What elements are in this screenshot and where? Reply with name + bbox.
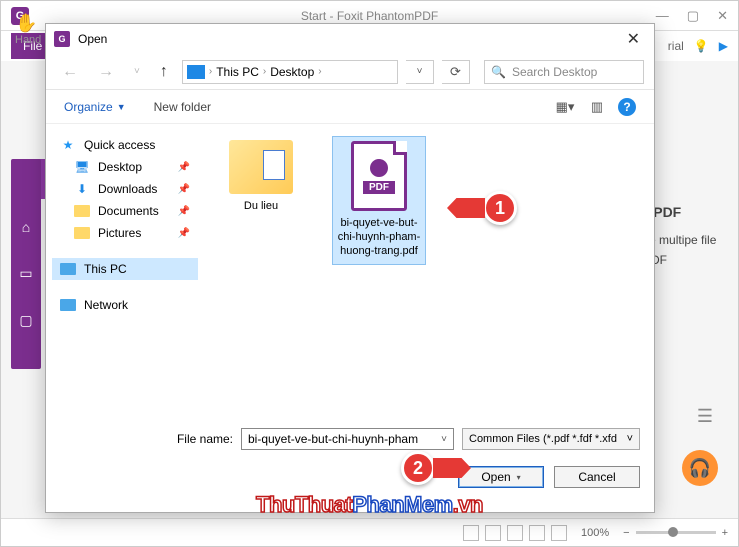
star-icon: ★: [60, 138, 76, 152]
arrow-left-icon: [447, 198, 485, 218]
zoom-out-icon[interactable]: −: [623, 527, 629, 539]
callout-number: 1: [483, 191, 517, 225]
layout-icon-3[interactable]: [507, 525, 523, 541]
layout-icon-1[interactable]: [463, 525, 479, 541]
chevron-down-icon: ▾: [517, 473, 521, 482]
sidebar-documents[interactable]: Documents 📌: [52, 200, 198, 222]
sidebar-quick-access[interactable]: ★ Quick access: [52, 134, 198, 156]
callout-1: 1: [447, 191, 517, 225]
pc-icon: [187, 65, 205, 79]
callout-2: 2: [401, 451, 471, 485]
monitor-icon: [60, 262, 76, 276]
breadcrumb-pc[interactable]: This PC: [216, 65, 259, 79]
app-title: Start - Foxit PhantomPDF: [301, 9, 438, 23]
sidebar-pictures[interactable]: Pictures 📌: [52, 222, 198, 244]
chevron-down-icon[interactable]: ˅: [441, 434, 447, 445]
view-icon[interactable]: ▦▾: [554, 98, 576, 116]
new-folder-button[interactable]: New folder: [154, 100, 211, 114]
sidebar-desktop[interactable]: 🖥 Desktop 📌: [52, 156, 198, 178]
download-icon: ⬇: [74, 182, 90, 196]
cancel-button[interactable]: Cancel: [554, 466, 640, 488]
breadcrumb[interactable]: › This PC › Desktop ›: [182, 60, 398, 84]
desktop-icon: 🖥: [74, 160, 90, 174]
sidebar: ★ Quick access 🖥 Desktop 📌 ⬇ Downloads 📌…: [46, 124, 204, 412]
chevron-right-icon[interactable]: ▶: [719, 39, 728, 53]
file-item-folder[interactable]: Du lieu: [214, 136, 308, 220]
breadcrumb-desktop[interactable]: Desktop: [270, 65, 314, 79]
trial-text: rial: [668, 39, 684, 53]
file-type-filter[interactable]: Common Files (*.pdf *.fdf *.xfd ˅: [462, 428, 640, 450]
zoom-in-icon[interactable]: +: [722, 527, 728, 539]
pin-icon: 📌: [178, 228, 190, 239]
nav-up-icon[interactable]: ↑: [154, 61, 174, 83]
sidebar-network[interactable]: Network: [52, 294, 198, 316]
file-label: Du lieu: [216, 200, 306, 214]
callout-number: 2: [401, 451, 435, 485]
file-area[interactable]: Du lieu PDF bi-quyet-ve-but-chi-huynh-ph…: [204, 124, 654, 412]
pdf-icon: PDF: [351, 141, 407, 211]
layout-icon-2[interactable]: [485, 525, 501, 541]
search-input[interactable]: 🔍 Search Desktop: [484, 60, 644, 84]
pin-icon: 📌: [178, 206, 190, 217]
bulb-icon[interactable]: 💡: [694, 39, 709, 53]
folder-icon: [229, 140, 293, 194]
pin-icon: 📌: [178, 162, 190, 173]
breadcrumb-dropdown[interactable]: ˅: [406, 60, 434, 84]
zoom-slider[interactable]: [636, 531, 716, 534]
chevron-down-icon: ˅: [627, 433, 633, 445]
file-name-input[interactable]: bi-quyet-ve-but-chi-huynh-pham ˅: [241, 428, 454, 450]
layout-icon-5[interactable]: [551, 525, 567, 541]
file-label: bi-quyet-ve-but-chi-huynh-pham-huong-tra…: [335, 217, 423, 258]
file-name-label: File name:: [177, 432, 233, 446]
file-item-pdf[interactable]: PDF bi-quyet-ve-but-chi-huynh-pham-huong…: [332, 136, 426, 265]
documents-icon: [74, 204, 90, 218]
chevron-right-icon: ›: [318, 66, 321, 77]
list-icon[interactable]: ☰: [697, 406, 713, 427]
sidebar-downloads[interactable]: ⬇ Downloads 📌: [52, 178, 198, 200]
preview-icon[interactable]: ▥: [586, 98, 608, 116]
help-icon[interactable]: ?: [618, 98, 636, 116]
hand-icon[interactable]: ✋: [15, 13, 41, 34]
search-icon: 🔍: [491, 65, 506, 79]
refresh-icon[interactable]: ⟳: [442, 60, 470, 84]
chevron-down-icon: ▼: [117, 102, 126, 112]
dialog-title: Open: [78, 32, 107, 46]
layout-icon-4[interactable]: [529, 525, 545, 541]
sidebar-this-pc[interactable]: This PC: [52, 258, 198, 280]
chevron-right-icon: ›: [209, 66, 212, 77]
close-icon[interactable]: ✕: [621, 29, 646, 49]
network-icon: [60, 298, 76, 312]
support-button[interactable]: 🎧: [682, 450, 718, 486]
dialog-icon: G: [54, 31, 70, 47]
arrow-right-icon: [433, 458, 471, 478]
watermark: ThuThuatPhanMem.vn: [256, 492, 483, 518]
left-rail[interactable]: ⌂▭▢: [11, 159, 41, 369]
open-dialog: G Open ✕ ← → ˅ ↑ › This PC › Desktop › ˅…: [45, 23, 655, 513]
pin-icon: 📌: [178, 184, 190, 195]
chevron-right-icon: ›: [263, 66, 266, 77]
organize-menu[interactable]: Organize▼: [64, 100, 126, 114]
nav-forward-icon[interactable]: →: [92, 61, 120, 83]
window-controls[interactable]: —▢✕: [656, 8, 728, 24]
nav-recent-icon[interactable]: ˅: [128, 64, 146, 79]
zoom-value: 100%: [581, 527, 609, 539]
search-placeholder: Search Desktop: [512, 65, 597, 79]
pictures-icon: [74, 226, 90, 240]
nav-back-icon[interactable]: ←: [56, 61, 84, 83]
hand-label: Hand: [15, 34, 41, 46]
